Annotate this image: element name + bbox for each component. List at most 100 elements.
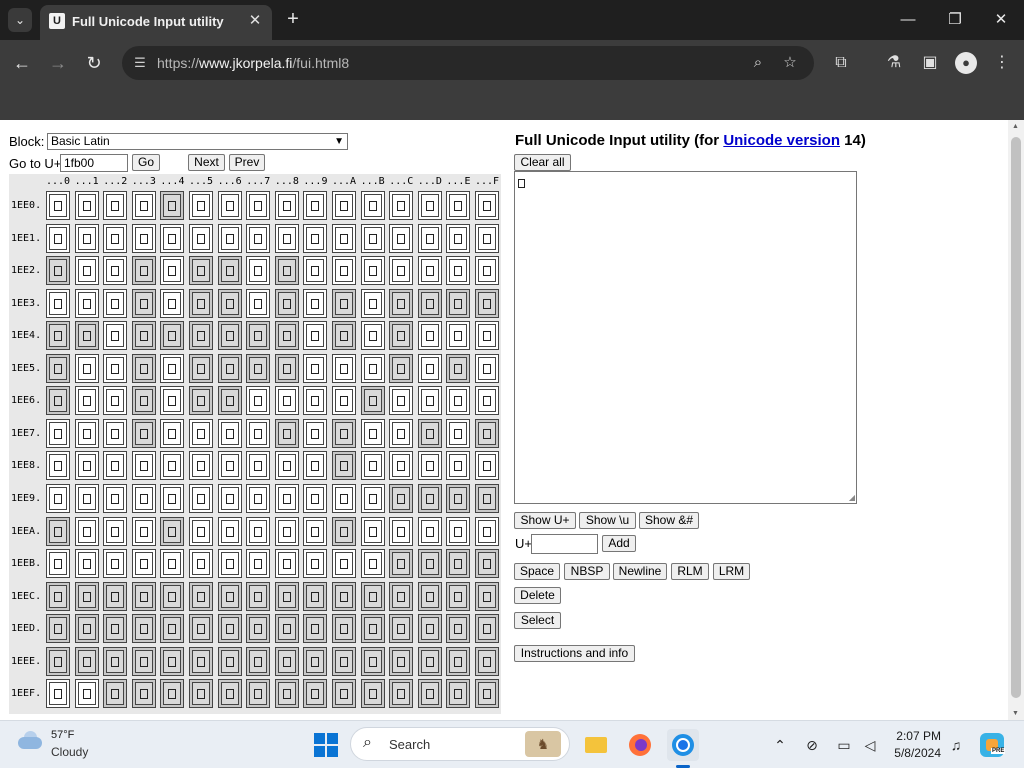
character-button[interactable] <box>417 288 442 318</box>
character-button[interactable] <box>303 614 328 644</box>
character-button[interactable] <box>475 223 499 253</box>
character-button[interactable] <box>246 614 271 644</box>
taskbar-search[interactable]: ⌕ Search ♞ <box>350 727 570 761</box>
back-arrow-icon[interactable]: ← <box>10 51 34 75</box>
character-button[interactable] <box>332 516 356 546</box>
character-button[interactable] <box>446 516 471 546</box>
character-button[interactable] <box>303 386 328 416</box>
goto-input[interactable]: 1fb00 <box>60 154 128 172</box>
character-button[interactable] <box>389 386 414 416</box>
character-button[interactable] <box>274 256 299 286</box>
character-button[interactable] <box>103 549 128 579</box>
window-close-icon[interactable]: ✕ <box>986 8 1016 32</box>
character-button[interactable] <box>274 386 299 416</box>
character-button[interactable] <box>475 581 499 611</box>
character-button[interactable] <box>189 191 213 220</box>
character-button[interactable] <box>389 353 414 383</box>
weather-temperature[interactable]: 57°F <box>51 729 74 741</box>
address-bar[interactable]: ☰ https://www.jkorpela.fi/fui.html8 ⌕ ☆ <box>122 46 814 80</box>
character-button[interactable] <box>160 483 185 513</box>
character-button[interactable] <box>46 581 70 611</box>
character-button[interactable] <box>46 549 70 579</box>
browser-tab[interactable]: U Full Unicode Input utility ✕ <box>40 5 272 40</box>
character-button[interactable] <box>475 516 499 546</box>
character-button[interactable] <box>189 679 213 709</box>
tune-icon[interactable]: ☰ <box>131 54 149 72</box>
character-button[interactable] <box>246 646 271 676</box>
character-button[interactable] <box>246 256 271 286</box>
character-button[interactable] <box>217 288 242 318</box>
network-icon[interactable]: ⊘ <box>802 735 822 755</box>
character-button[interactable] <box>332 646 356 676</box>
character-button[interactable] <box>103 353 128 383</box>
character-button[interactable] <box>274 483 299 513</box>
clock-date[interactable]: 5/8/2024 <box>889 746 941 760</box>
go-button[interactable]: Go <box>132 154 160 171</box>
character-button[interactable] <box>160 614 185 644</box>
newline-button[interactable]: Newline <box>613 563 667 580</box>
character-button[interactable] <box>217 191 242 220</box>
character-button[interactable] <box>46 516 70 546</box>
character-button[interactable] <box>274 191 299 220</box>
character-button[interactable] <box>389 581 414 611</box>
character-button[interactable] <box>160 679 185 709</box>
character-button[interactable] <box>274 646 299 676</box>
character-button[interactable] <box>417 451 442 481</box>
character-button[interactable] <box>389 549 414 579</box>
character-button[interactable] <box>217 549 242 579</box>
character-button[interactable] <box>360 614 385 644</box>
character-button[interactable] <box>446 353 471 383</box>
character-button[interactable] <box>46 614 70 644</box>
character-button[interactable] <box>446 483 471 513</box>
character-button[interactable] <box>217 451 242 481</box>
character-button[interactable] <box>332 288 356 318</box>
character-button[interactable] <box>160 321 185 351</box>
character-button[interactable] <box>246 223 271 253</box>
character-button[interactable] <box>103 581 128 611</box>
character-button[interactable] <box>274 549 299 579</box>
next-button[interactable]: Next <box>188 154 225 171</box>
character-button[interactable] <box>160 418 185 448</box>
character-button[interactable] <box>74 223 99 253</box>
character-button[interactable] <box>246 321 271 351</box>
character-button[interactable] <box>303 483 328 513</box>
character-button[interactable] <box>246 549 271 579</box>
character-button[interactable] <box>217 483 242 513</box>
character-button[interactable] <box>103 614 128 644</box>
unicode-version-link[interactable]: Unicode version <box>723 132 840 149</box>
character-button[interactable] <box>189 581 213 611</box>
character-button[interactable] <box>217 646 242 676</box>
character-button[interactable] <box>332 386 356 416</box>
character-button[interactable] <box>189 646 213 676</box>
character-button[interactable] <box>360 679 385 709</box>
character-button[interactable] <box>446 321 471 351</box>
character-button[interactable] <box>332 191 356 220</box>
character-button[interactable] <box>332 581 356 611</box>
side-panel-icon[interactable]: ▣ <box>919 52 941 74</box>
character-button[interactable] <box>303 353 328 383</box>
character-button[interactable] <box>74 288 99 318</box>
restore-icon[interactable]: ❐ <box>940 8 970 32</box>
character-button[interactable] <box>446 581 471 611</box>
character-button[interactable] <box>131 549 156 579</box>
character-button[interactable] <box>131 386 156 416</box>
scroll-down-icon[interactable]: ▼ <box>1012 710 1019 717</box>
character-button[interactable] <box>360 386 385 416</box>
character-button[interactable] <box>389 256 414 286</box>
character-button[interactable] <box>131 223 156 253</box>
scroll-up-icon[interactable]: ▲ <box>1012 123 1019 130</box>
character-button[interactable] <box>131 353 156 383</box>
character-button[interactable] <box>46 256 70 286</box>
character-button[interactable] <box>74 646 99 676</box>
character-button[interactable] <box>246 288 271 318</box>
display-icon[interactable]: ▭ <box>834 735 854 755</box>
character-button[interactable] <box>46 223 70 253</box>
character-button[interactable] <box>131 646 156 676</box>
character-button[interactable] <box>360 483 385 513</box>
character-button[interactable] <box>274 418 299 448</box>
character-button[interactable] <box>246 451 271 481</box>
character-button[interactable] <box>475 288 499 318</box>
character-button[interactable] <box>360 256 385 286</box>
show-uplus-button[interactable]: Show U+ <box>514 512 576 529</box>
character-button[interactable] <box>74 516 99 546</box>
